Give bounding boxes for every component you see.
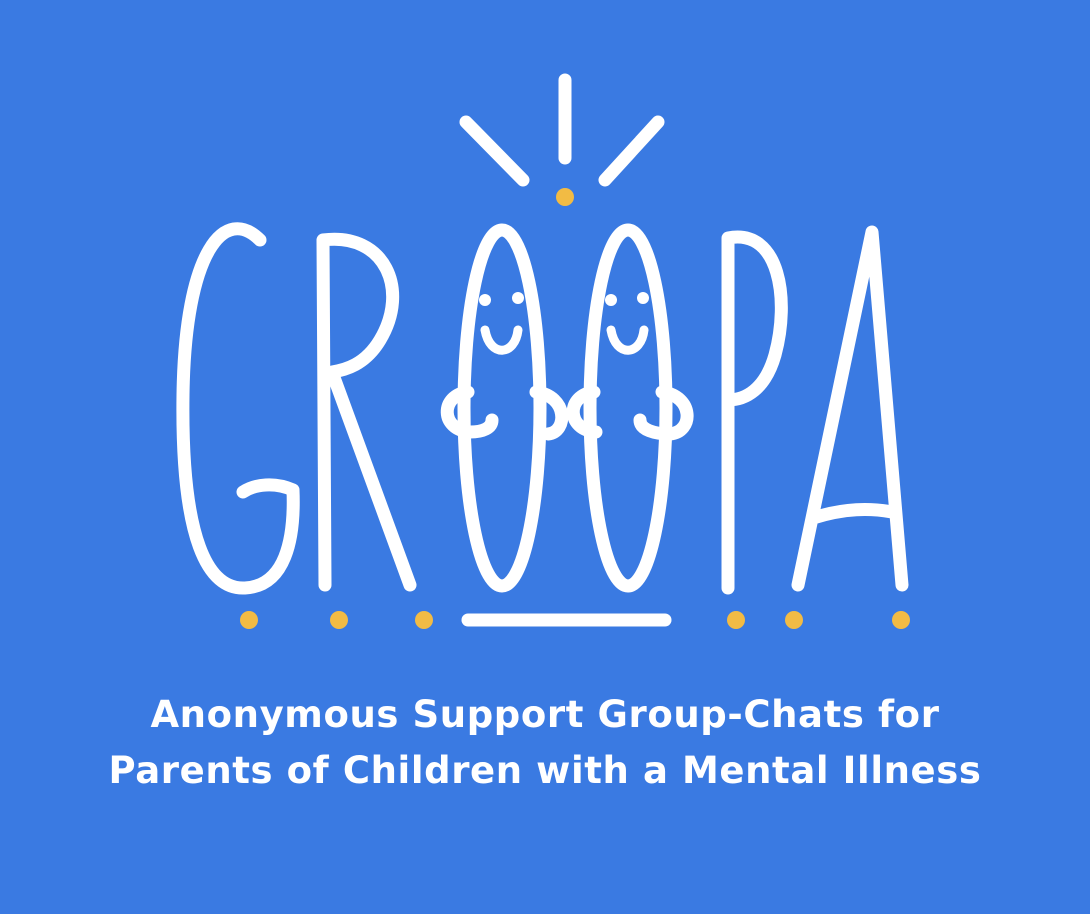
tagline-line-1: Anonymous Support Group-Chats for	[150, 693, 940, 736]
accent-dot	[727, 611, 745, 629]
accent-dot	[330, 611, 348, 629]
groopa-banner: { "brand": { "name": "GROOPA" }, "taglin…	[0, 0, 1090, 914]
accent-dot	[240, 611, 258, 629]
sparkle-burst-icon	[459, 73, 665, 187]
smile-1	[480, 325, 523, 355]
accent-dot	[785, 611, 803, 629]
letter-p	[721, 230, 788, 595]
letter-o-character-1	[440, 223, 569, 593]
letter-o-character-2	[566, 223, 694, 593]
letter-g	[176, 222, 300, 595]
smiley-face-icon	[479, 292, 649, 306]
sparkle-dot	[556, 188, 574, 206]
tagline-line-2: Parents of Children with a Mental Illnes…	[108, 749, 982, 792]
smile-2	[606, 325, 649, 355]
letter-a	[791, 225, 909, 592]
accent-dot	[415, 611, 433, 629]
accent-dot	[892, 611, 910, 629]
letter-r	[316, 232, 417, 592]
